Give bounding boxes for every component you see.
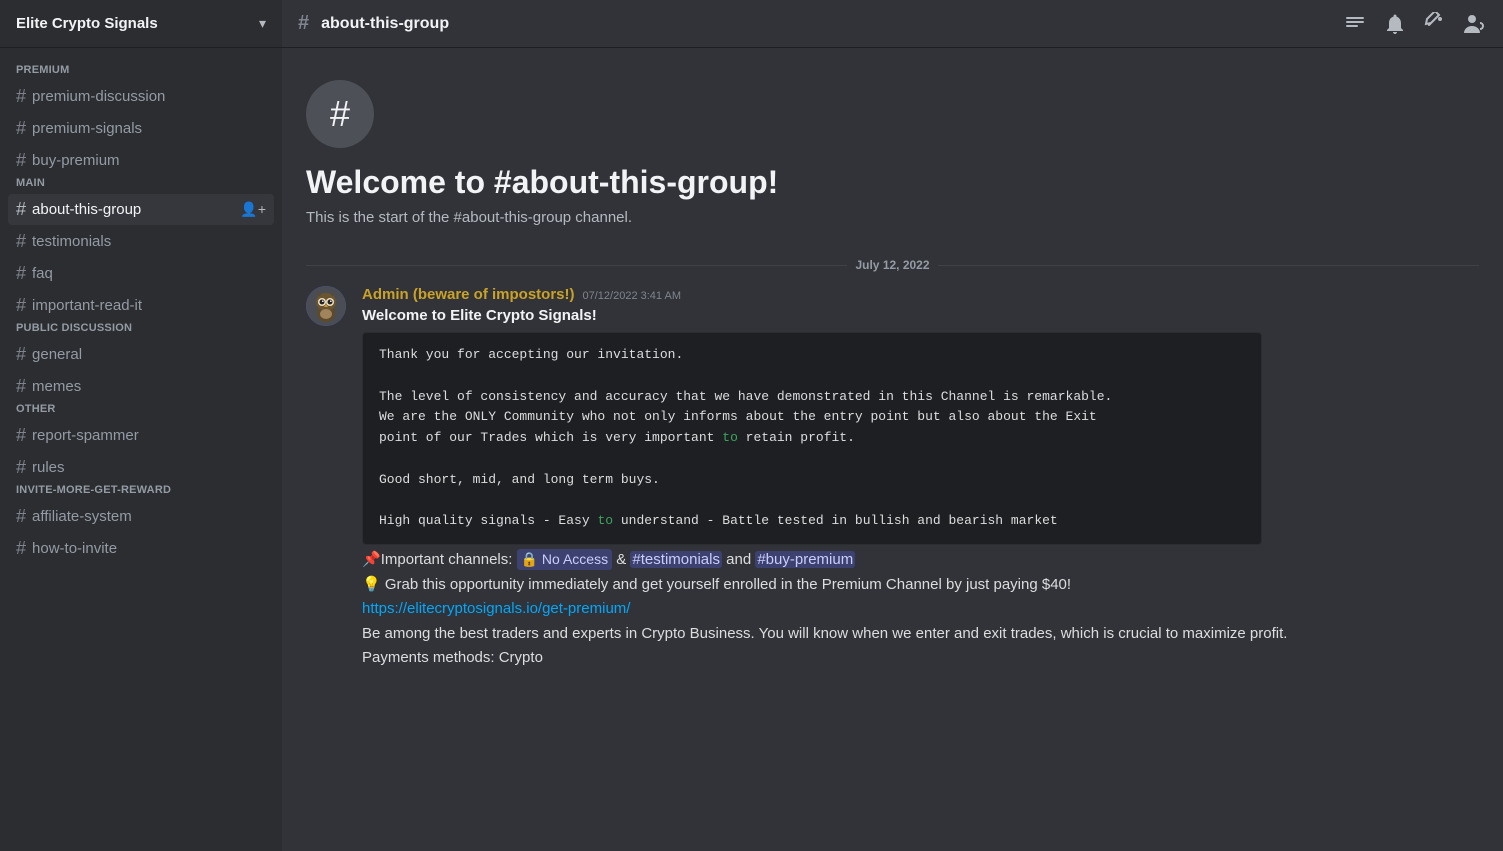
- premium-body-text: Be among the best traders and experts in…: [362, 623, 1479, 646]
- sidebar-item-rules[interactable]: # rules: [8, 452, 274, 483]
- premium-link-line: https://elitecryptosignals.io/get-premiu…: [362, 598, 1479, 621]
- hash-icon: #: [16, 150, 26, 171]
- hash-icon: #: [16, 231, 26, 252]
- message-body: Admin (beware of impostors!) 07/12/2022 …: [362, 286, 1479, 672]
- sidebar-item-premium-discussion[interactable]: # premium-discussion: [8, 81, 274, 112]
- channel-label: premium-signals: [32, 120, 142, 137]
- date-divider: July 12, 2022: [282, 250, 1503, 280]
- channel-label: general: [32, 346, 82, 363]
- message-timestamp: 07/12/2022 3:41 AM: [583, 290, 681, 302]
- channel-label: affiliate-system: [32, 508, 132, 525]
- hash-icon: #: [16, 118, 26, 139]
- sidebar-item-report-spammer[interactable]: # report-spammer: [8, 420, 274, 451]
- channel-welcome-title: Welcome to #about-this-group!: [306, 164, 1479, 201]
- channel-welcome: # Welcome to #about-this-group! This is …: [282, 64, 1503, 250]
- hash-icon: #: [16, 344, 26, 365]
- message: Admin (beware of impostors!) 07/12/2022 …: [282, 282, 1503, 676]
- channel-label: how-to-invite: [32, 540, 117, 557]
- server-header[interactable]: Elite Crypto Signals ▾: [0, 0, 282, 48]
- ampersand: &: [612, 551, 630, 568]
- code-to-2: to: [597, 513, 613, 528]
- chevron-down-icon: ▾: [259, 15, 266, 32]
- sidebar-item-important-read-it[interactable]: # important-read-it: [8, 290, 274, 321]
- channel-welcome-sub: This is the start of the #about-this-gro…: [306, 209, 1479, 226]
- message-code-block: Thank you for accepting our invitation. …: [362, 332, 1262, 545]
- payments-text: Payments methods: Crypto: [362, 647, 1479, 670]
- hash-icon: #: [16, 506, 26, 527]
- hash-icon: #: [16, 295, 26, 316]
- notification-settings-icon[interactable]: [1383, 12, 1407, 36]
- pin-icon[interactable]: [1423, 12, 1447, 36]
- hash-icon: #: [16, 457, 26, 478]
- channel-label: faq: [32, 265, 53, 282]
- topbar-channel-name: about-this-group: [321, 15, 449, 33]
- premium-link[interactable]: https://elitecryptosignals.io/get-premiu…: [362, 600, 630, 617]
- category-public-discussion: PUBLIC DISCUSSION: [8, 322, 274, 338]
- and-text: and: [722, 551, 755, 568]
- sidebar-item-faq[interactable]: # faq: [8, 258, 274, 289]
- sidebar-item-memes[interactable]: # memes: [8, 371, 274, 402]
- channel-label: memes: [32, 378, 81, 395]
- message-bold-line: Welcome to Elite Crypto Signals!: [362, 307, 1479, 324]
- channel-list: PREMIUM # premium-discussion # premium-s…: [0, 48, 282, 569]
- hash-icon: #: [16, 538, 26, 559]
- hash-icon: #: [16, 86, 26, 107]
- server-name: Elite Crypto Signals: [16, 15, 158, 32]
- sidebar-item-affiliate-system[interactable]: # affiliate-system: [8, 501, 274, 532]
- premium-enroll-line: 💡 Grab this opportunity immediately and …: [362, 574, 1479, 597]
- channel-label: rules: [32, 459, 65, 476]
- channel-label: report-spammer: [32, 427, 139, 444]
- pushpin-emoji: 📌: [362, 551, 381, 568]
- important-text: Important channels:: [381, 551, 517, 568]
- threads-icon[interactable]: [1343, 12, 1367, 36]
- channel-label: important-read-it: [32, 297, 142, 314]
- date-divider-text: July 12, 2022: [855, 258, 929, 272]
- members-icon[interactable]: [1463, 12, 1487, 36]
- no-access-badge[interactable]: 🔒 No Access: [517, 549, 612, 570]
- sidebar-item-testimonials[interactable]: # testimonials: [8, 226, 274, 257]
- channel-label: buy-premium: [32, 152, 120, 169]
- category-invite: INVITE-MORE-GET-REWARD: [8, 484, 274, 500]
- category-premium: PREMIUM: [8, 64, 274, 80]
- hash-icon: #: [16, 376, 26, 397]
- topbar-hash-icon: #: [298, 12, 309, 35]
- category-other: OTHER: [8, 403, 274, 419]
- sidebar-item-about-this-group[interactable]: # about-this-group 👤+: [8, 194, 274, 225]
- channel-label: premium-discussion: [32, 88, 165, 105]
- sidebar-item-general[interactable]: # general: [8, 339, 274, 370]
- message-author: Admin (beware of impostors!): [362, 286, 575, 303]
- avatar: [306, 286, 346, 326]
- code-to-1: to: [722, 430, 738, 445]
- category-main: MAIN: [8, 177, 274, 193]
- bulb-emoji: 💡: [362, 576, 381, 593]
- channel-icon-big: #: [306, 80, 374, 148]
- sidebar-item-how-to-invite[interactable]: # how-to-invite: [8, 533, 274, 564]
- message-header: Admin (beware of impostors!) 07/12/2022 …: [362, 286, 1479, 303]
- main-content: # about-this-group: [282, 0, 1503, 851]
- channel-label: about-this-group: [32, 201, 141, 218]
- hash-icon: #: [16, 199, 26, 220]
- sidebar: Elite Crypto Signals ▾ PREMIUM # premium…: [0, 0, 282, 851]
- sidebar-item-premium-signals[interactable]: # premium-signals: [8, 113, 274, 144]
- add-member-icon[interactable]: 👤+: [240, 201, 266, 218]
- important-channels-line: 📌Important channels: 🔒 No Access & #test…: [362, 549, 1479, 572]
- testimonials-mention[interactable]: #testimonials: [630, 551, 722, 568]
- messages-area: # Welcome to #about-this-group! This is …: [282, 48, 1503, 851]
- buy-premium-mention[interactable]: #buy-premium: [755, 551, 855, 568]
- topbar-icons: [1343, 12, 1487, 36]
- hash-icon: #: [16, 425, 26, 446]
- premium-text: Grab this opportunity immediately and ge…: [381, 576, 1071, 593]
- sidebar-item-buy-premium[interactable]: # buy-premium: [8, 145, 274, 176]
- hash-icon: #: [16, 263, 26, 284]
- channel-label: testimonials: [32, 233, 111, 250]
- topbar: # about-this-group: [282, 0, 1503, 48]
